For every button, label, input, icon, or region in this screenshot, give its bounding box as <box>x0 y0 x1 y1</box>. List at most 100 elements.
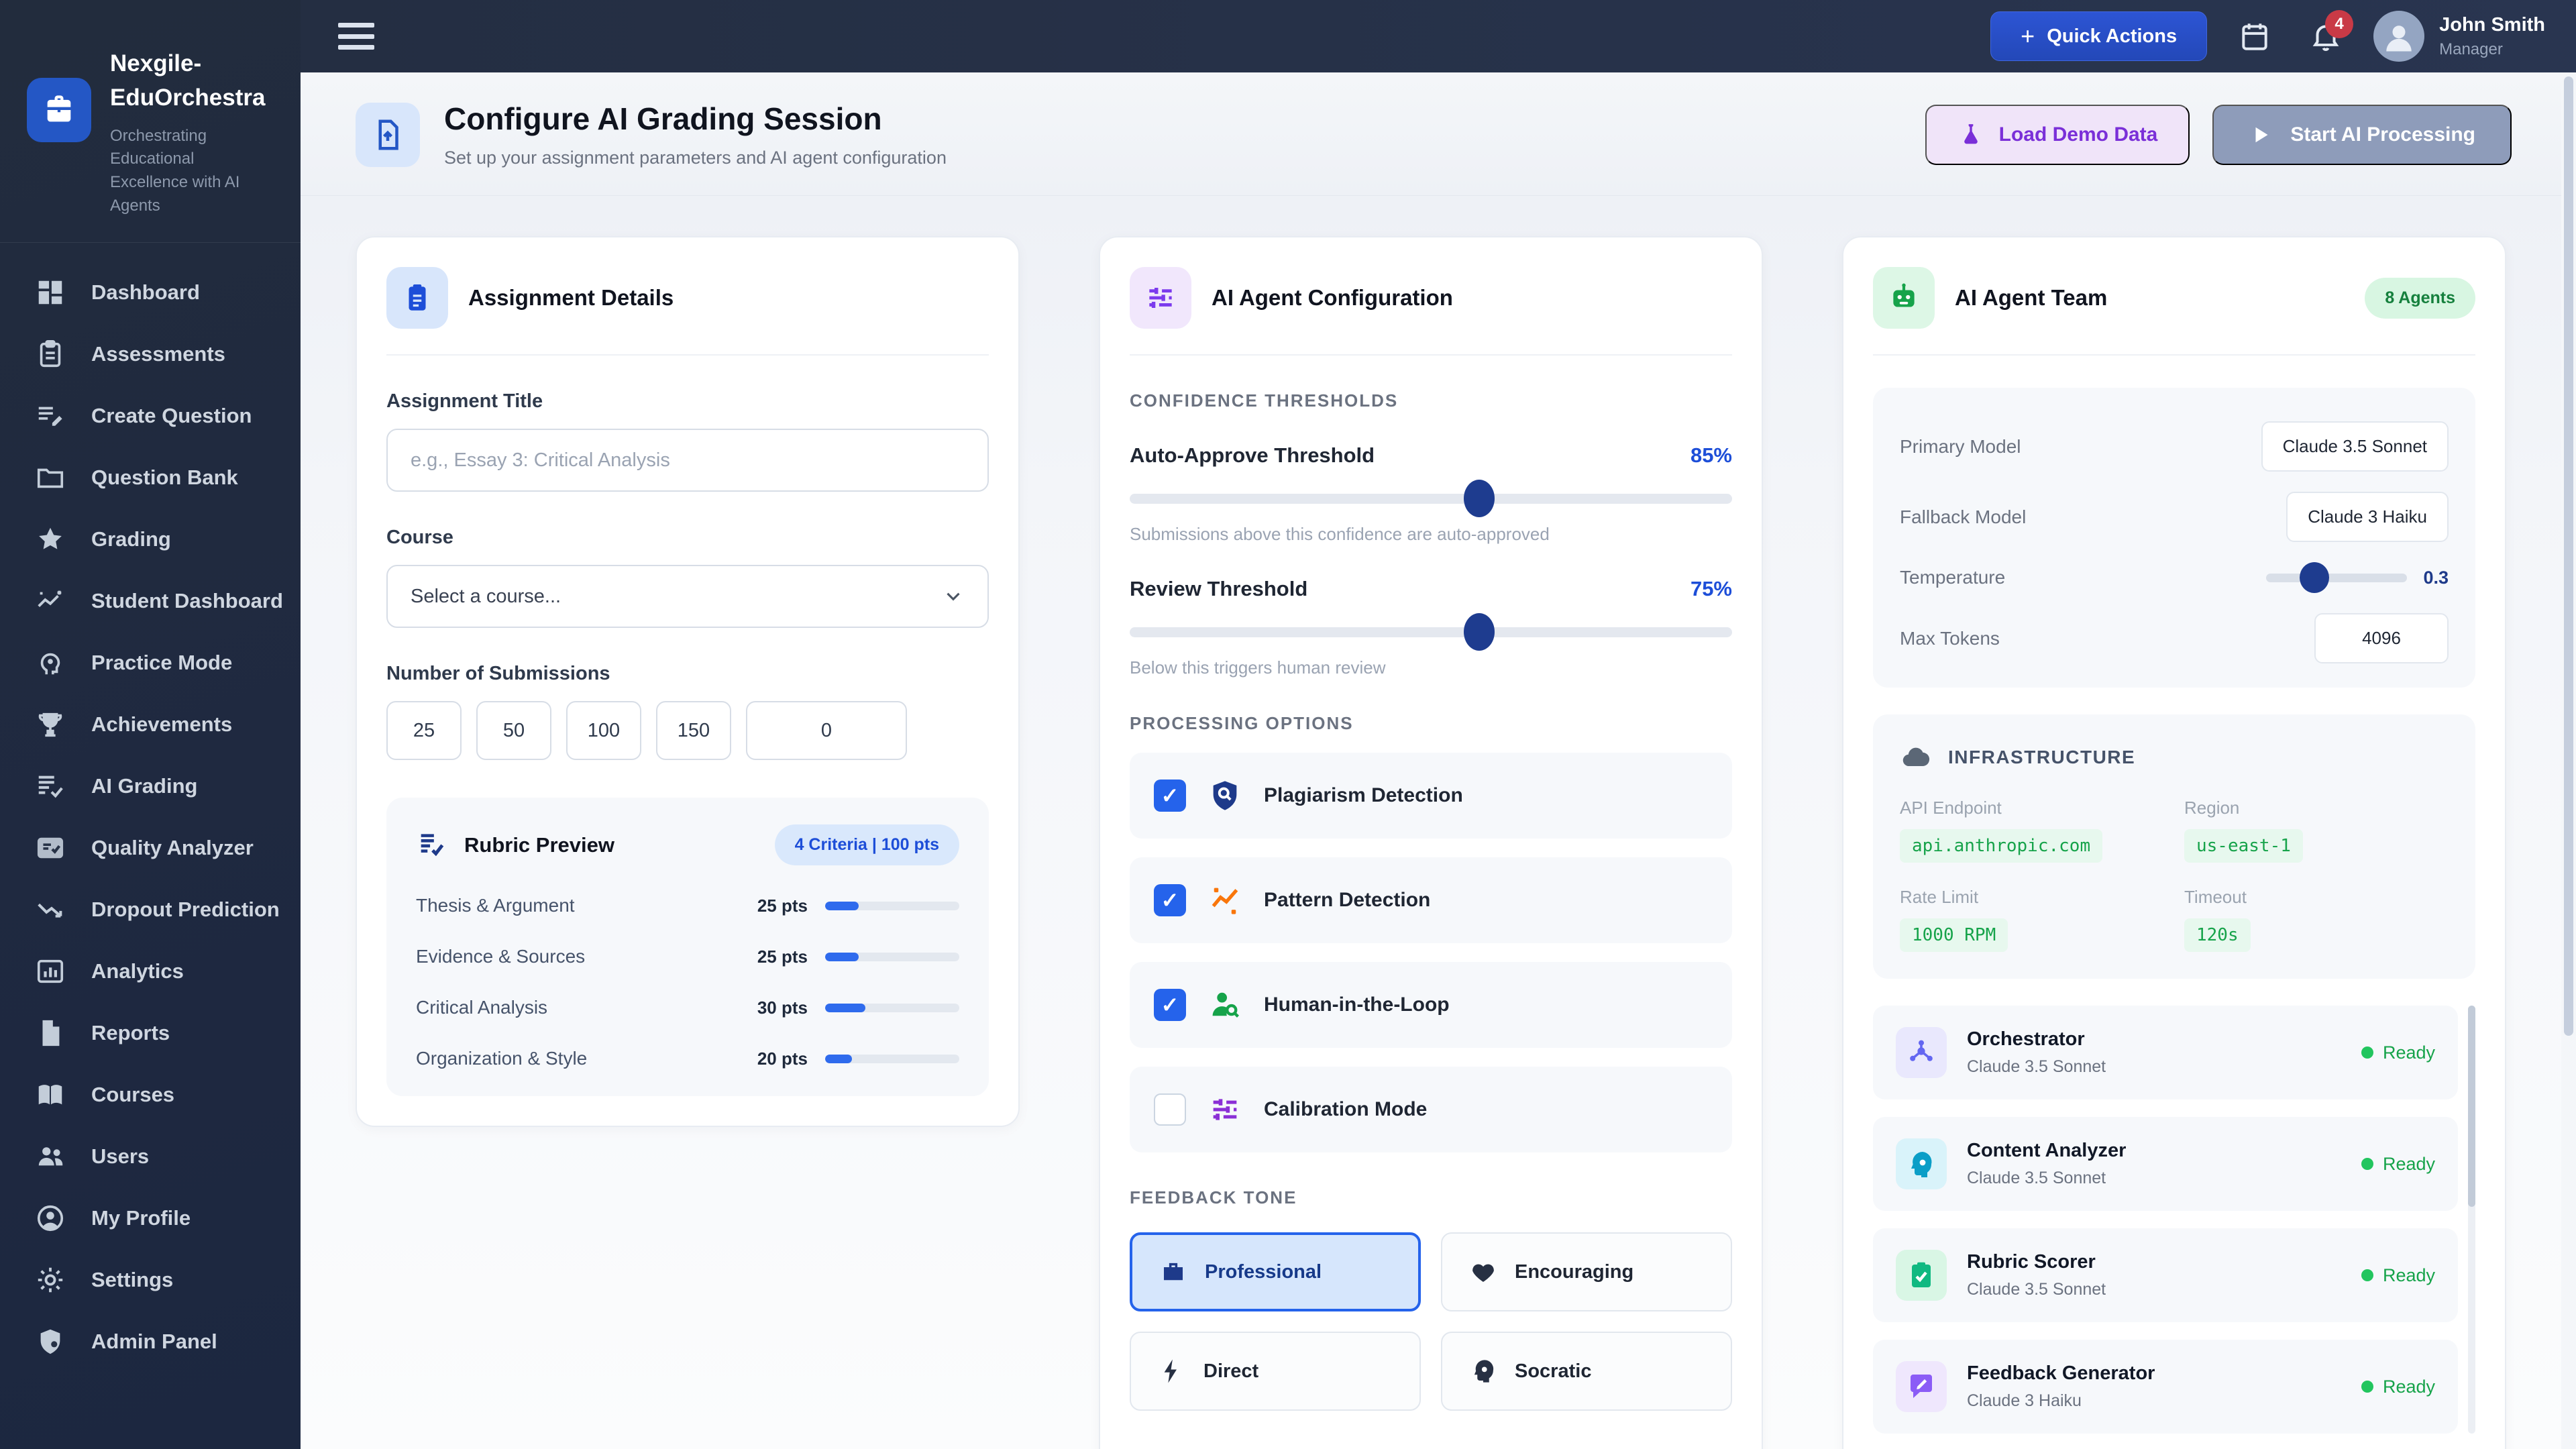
sidebar-item-courses[interactable]: Courses <box>0 1064 301 1126</box>
chat-pencil-icon <box>1896 1361 1947 1412</box>
clipboard-check-green-icon <box>1896 1250 1947 1301</box>
quick-actions-button[interactable]: + Quick Actions <box>1990 11 2208 61</box>
pencil-lines-icon <box>38 407 62 426</box>
option-plagiarism-detection[interactable]: ✓ Plagiarism Detection <box>1130 753 1732 839</box>
tone-socratic[interactable]: Socratic <box>1441 1332 1732 1411</box>
calendar-button[interactable] <box>2231 13 2278 60</box>
tone-professional[interactable]: Professional <box>1130 1232 1421 1311</box>
sidebar-item-reports[interactable]: Reports <box>0 1002 301 1064</box>
rubric-badge: 4 Criteria | 100 pts <box>774 824 959 865</box>
processing-options-label: PROCESSING OPTIONS <box>1130 713 1354 733</box>
auto-approve-value: 85% <box>1690 443 1732 467</box>
user-menu[interactable]: John Smith Manager <box>2373 11 2545 62</box>
page-scrollbar[interactable] <box>2561 72 2576 1449</box>
notification-badge: 4 <box>2325 10 2354 38</box>
file-icon <box>42 1020 60 1046</box>
review-threshold-label: Review Threshold <box>1130 577 1308 600</box>
trend-down-icon <box>38 903 62 918</box>
sidebar-item-student-dashboard[interactable]: Student Dashboard <box>0 570 301 632</box>
hamburger-menu-icon[interactable] <box>338 23 374 50</box>
auto-approve-slider[interactable] <box>1130 480 1732 517</box>
feedback-tone-label: FEEDBACK TONE <box>1130 1187 1297 1208</box>
option-human-in-the-loop[interactable]: ✓ Human-in-the-Loop <box>1130 962 1732 1048</box>
preset-50-button[interactable]: 50 <box>476 701 551 760</box>
robot-icon <box>1873 267 1935 329</box>
sidebar-item-analytics[interactable]: Analytics <box>0 941 301 1002</box>
sidebar-item-achievements[interactable]: Achievements <box>0 694 301 755</box>
agent-content-analyzer[interactable]: Content Analyzer Claude 3.5 Sonnet Ready <box>1873 1117 2458 1211</box>
status-dot <box>2361 1158 2373 1170</box>
sidebar-item-question-bank[interactable]: Question Bank <box>0 447 301 508</box>
sidebar-item-my-profile[interactable]: My Profile <box>0 1187 301 1249</box>
slider-thumb[interactable] <box>2299 562 2329 593</box>
tone-direct[interactable]: Direct <box>1130 1332 1421 1411</box>
temperature-label: Temperature <box>1900 567 2006 588</box>
preset-100-button[interactable]: 100 <box>566 701 641 760</box>
card-title: Assignment Details <box>468 285 674 310</box>
flask-icon <box>1964 123 1978 144</box>
status-dot <box>2361 1046 2373 1059</box>
agent-rubric-scorer[interactable]: Rubric Scorer Claude 3.5 Sonnet Ready <box>1873 1228 2458 1322</box>
load-demo-data-button[interactable]: Load Demo Data <box>1925 104 2190 165</box>
sidebar-item-practice-mode[interactable]: Practice Mode <box>0 632 301 694</box>
review-threshold-slider[interactable] <box>1130 613 1732 651</box>
assignment-title-input[interactable]: e.g., Essay 3: Critical Analysis <box>386 429 989 492</box>
agent-orchestrator[interactable]: Orchestrator Claude 3.5 Sonnet Ready <box>1873 1006 2458 1099</box>
rubric-bar <box>825 901 959 910</box>
submissions-count-input[interactable]: 0 <box>746 701 907 760</box>
person-search-icon <box>1212 992 1240 1018</box>
user-role: Manager <box>2439 40 2503 58</box>
sidebar-item-create-question[interactable]: Create Question <box>0 385 301 447</box>
slider-thumb[interactable] <box>1463 613 1495 651</box>
checkbox-checked[interactable]: ✓ <box>1154 989 1186 1021</box>
sidebar-item-assessments[interactable]: Assessments <box>0 323 301 385</box>
calendar-icon <box>2242 23 2267 50</box>
scrollbar-thumb[interactable] <box>2468 1006 2475 1207</box>
option-calibration-mode[interactable]: Calibration Mode <box>1130 1067 1732 1152</box>
review-threshold-value: 75% <box>1690 577 1732 600</box>
rubric-row: Critical Analysis 30 pts <box>416 997 959 1018</box>
sidebar: Nexgile-EduOrchestra Orchestrating Educa… <box>0 0 301 1449</box>
sidebar-item-quality-analyzer[interactable]: Quality Analyzer <box>0 817 301 879</box>
review-threshold-caption: Below this triggers human review <box>1130 657 1386 678</box>
temperature-slider[interactable] <box>2266 562 2408 593</box>
scrollbar-thumb[interactable] <box>2564 76 2573 1036</box>
rubric-preview-card: Rubric Preview 4 Criteria | 100 pts Thes… <box>386 798 989 1096</box>
sidebar-item-dropout-prediction[interactable]: Dropout Prediction <box>0 879 301 941</box>
max-tokens-input[interactable]: 4096 <box>2314 613 2449 663</box>
fallback-model-select[interactable]: Claude 3 Haiku <box>2286 492 2449 542</box>
ai-agent-configuration-card: AI Agent Configuration CONFIDENCE THRESH… <box>1099 236 1763 1449</box>
auto-approve-label: Auto-Approve Threshold <box>1130 443 1375 467</box>
ai-agent-team-card: AI Agent Team 8 Agents Primary Model Cla… <box>1842 236 2506 1449</box>
slider-thumb[interactable] <box>1463 480 1495 517</box>
course-select[interactable]: Select a course... <box>386 565 989 628</box>
tone-encouraging[interactable]: Encouraging <box>1441 1232 1732 1311</box>
status-dot <box>2361 1269 2373 1281</box>
notifications-button[interactable]: 4 <box>2302 10 2354 60</box>
sidebar-item-grading[interactable]: Grading <box>0 508 301 570</box>
option-pattern-detection[interactable]: ✓ Pattern Detection <box>1130 857 1732 943</box>
page: Configure AI Grading Session Set up your… <box>301 72 2576 1449</box>
sidebar-item-ai-grading[interactable]: AI Grading <box>0 755 301 817</box>
agent-list-scrollbar[interactable] <box>2468 1006 2475 1434</box>
calibration-sliders-icon <box>1213 1099 1237 1120</box>
primary-model-select[interactable]: Claude 3.5 Sonnet <box>2261 421 2449 472</box>
sidebar-item-settings[interactable]: Settings <box>0 1249 301 1311</box>
start-ai-processing-button[interactable]: Start AI Processing <box>2212 104 2512 165</box>
preset-25-button[interactable]: 25 <box>386 701 462 760</box>
sidebar-item-users[interactable]: Users <box>0 1126 301 1187</box>
card-title: AI Agent Team <box>1955 285 2108 310</box>
rate-limit-value: 1000 RPM <box>1900 918 2008 952</box>
checkbox-checked[interactable]: ✓ <box>1154 780 1186 812</box>
folder-icon <box>37 468 64 488</box>
sidebar-item-dashboard[interactable]: Dashboard <box>0 262 301 323</box>
agent-status: Ready <box>2361 1154 2435 1175</box>
head-gear-icon <box>40 653 60 674</box>
checkbox-unchecked[interactable] <box>1154 1093 1186 1126</box>
checkbox-checked[interactable]: ✓ <box>1154 884 1186 916</box>
pattern-trend-icon <box>1212 888 1238 914</box>
agent-feedback-generator[interactable]: Feedback Generator Claude 3 Haiku Ready <box>1873 1340 2458 1434</box>
preset-150-button[interactable]: 150 <box>656 701 731 760</box>
star-icon <box>39 527 62 549</box>
sidebar-item-admin-panel[interactable]: Admin Panel <box>0 1311 301 1373</box>
